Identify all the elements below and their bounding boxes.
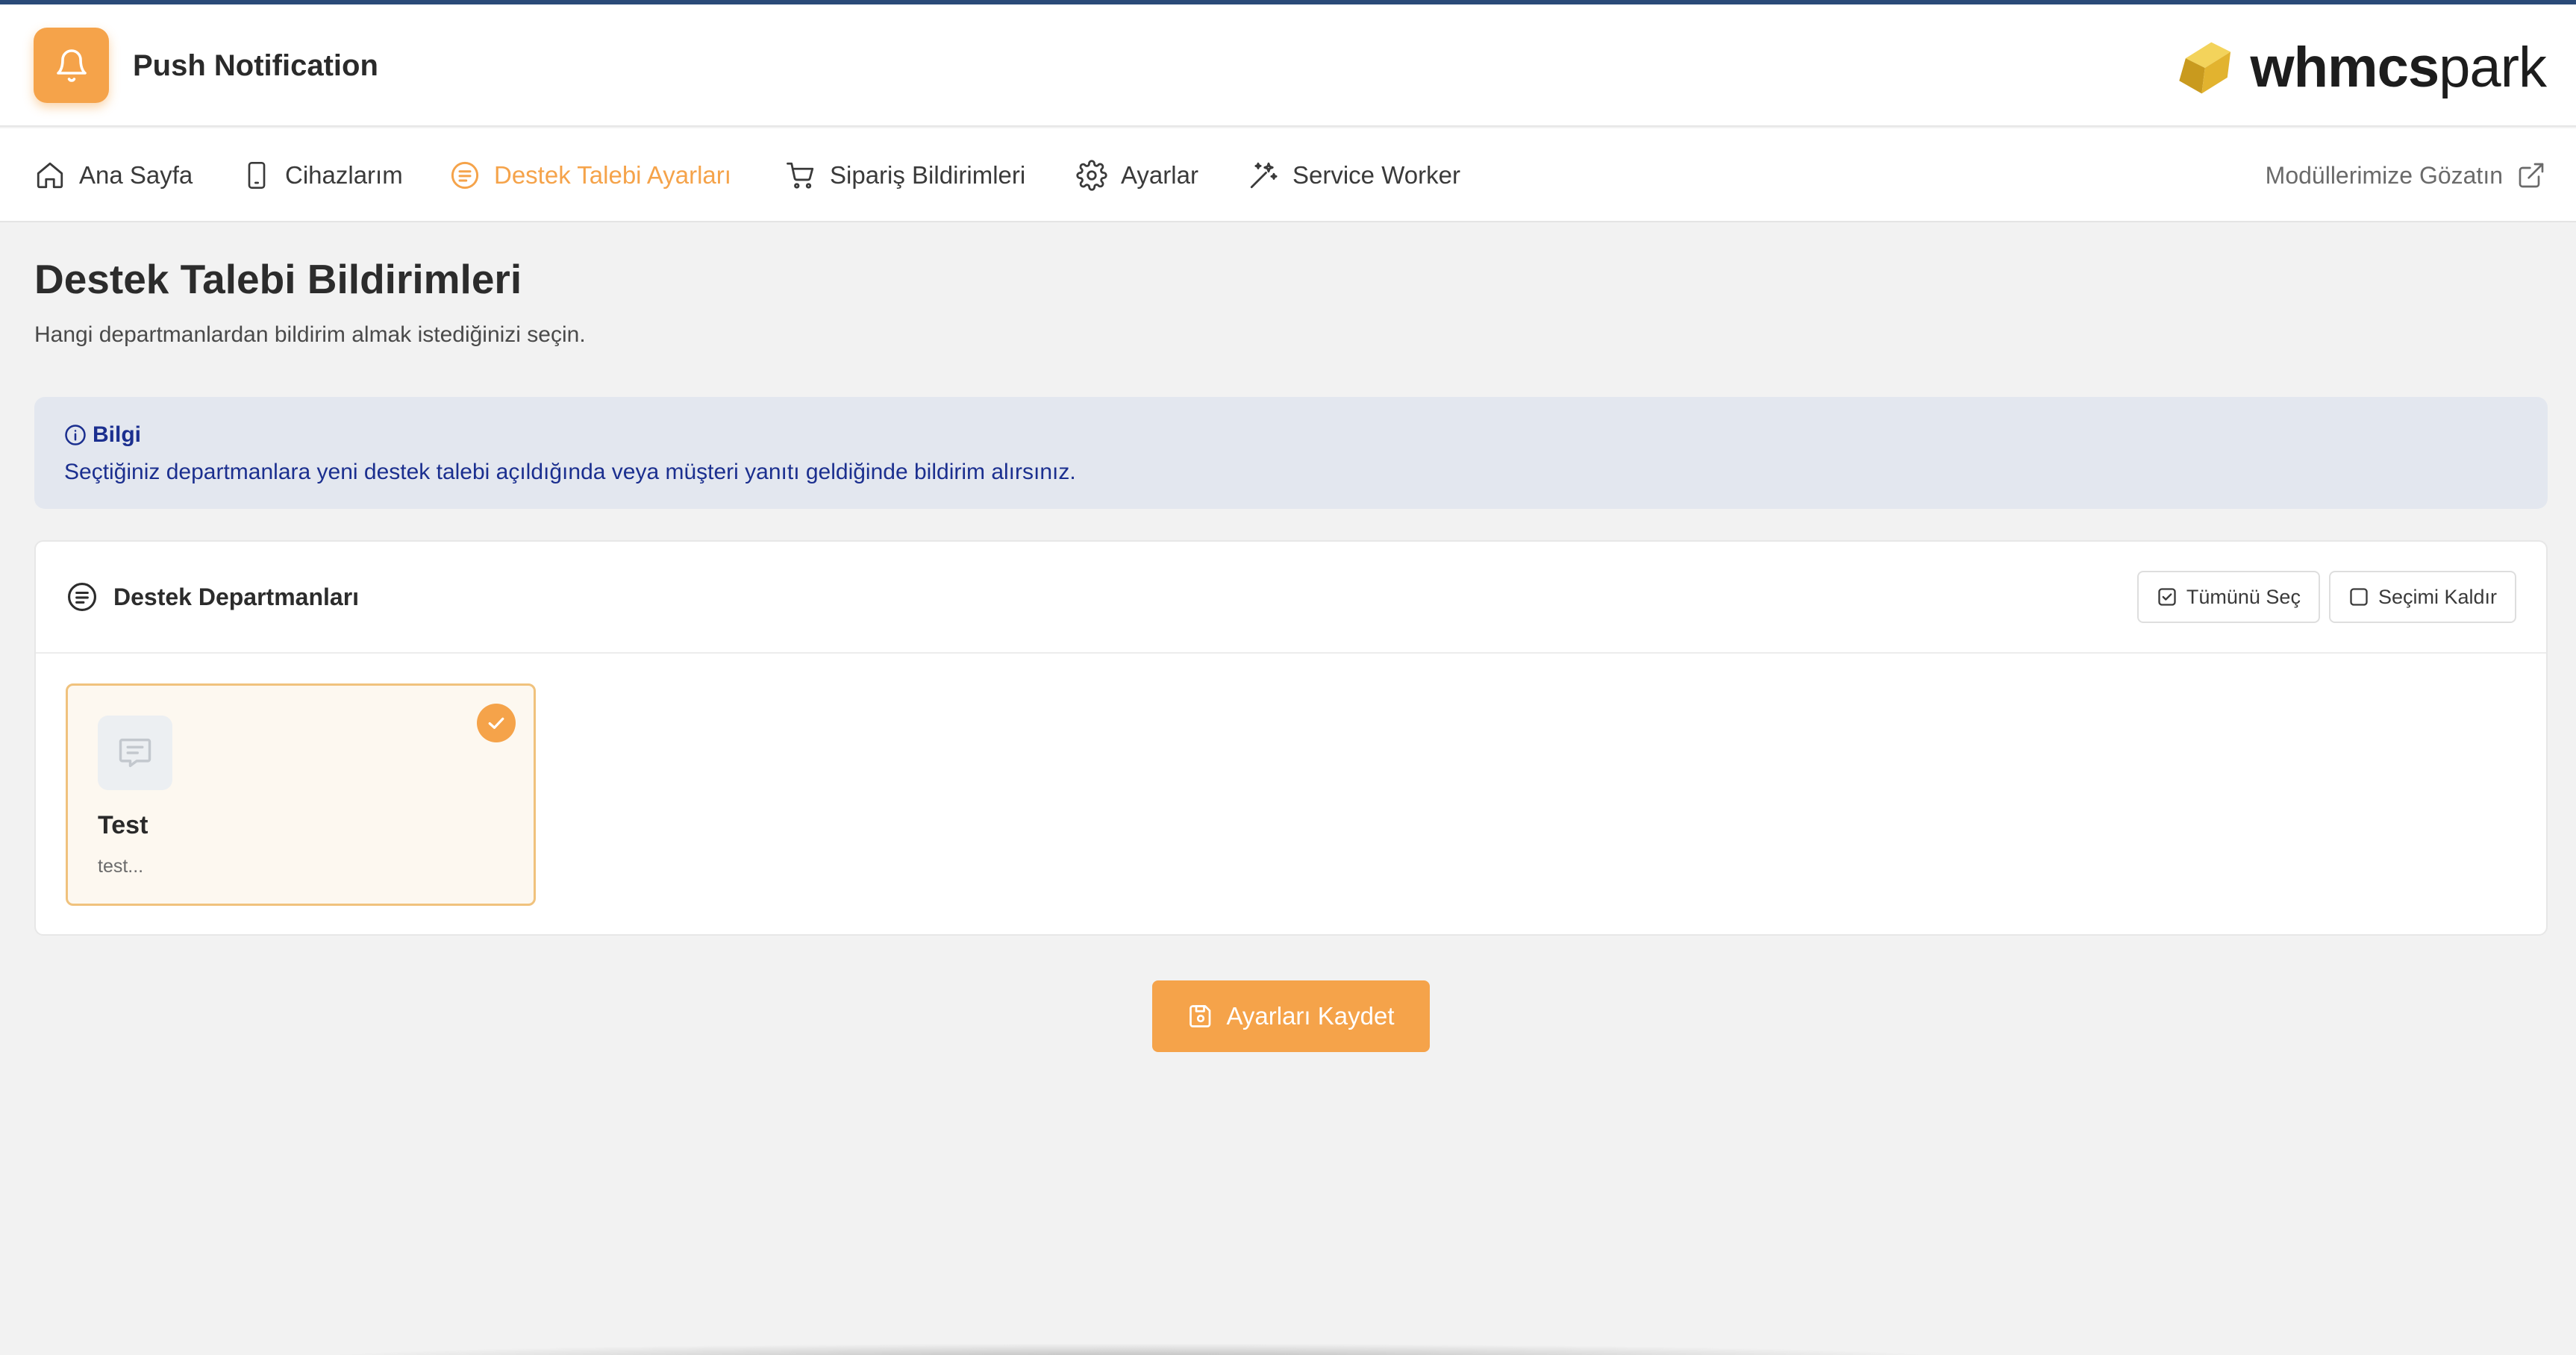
selected-check-icon bbox=[477, 704, 516, 742]
modules-external-link[interactable]: Modüllerimize Gözatın bbox=[2266, 128, 2546, 222]
home-icon bbox=[37, 162, 63, 189]
bell-icon bbox=[56, 48, 87, 82]
checked-box-icon bbox=[2158, 588, 2176, 606]
select-all-label: Tümünü Seç bbox=[2186, 585, 2301, 608]
bottom-shadow bbox=[298, 1343, 1970, 1355]
department-card-test[interactable]: Test test... bbox=[66, 683, 536, 906]
department-description: test... bbox=[98, 856, 144, 877]
nav-item-label: Service Worker bbox=[1292, 161, 1460, 189]
nav-item-label: Ana Sayfa bbox=[79, 161, 193, 189]
page-subtitle: Hangi departmanlardan bildirim almak ist… bbox=[34, 322, 586, 347]
departments-card-title: Destek Departmanları bbox=[113, 583, 360, 610]
external-link-icon bbox=[2519, 163, 2544, 188]
nav-item-label: Cihazlarım bbox=[285, 161, 403, 189]
nav-item-label: Ayarlar bbox=[1121, 161, 1198, 189]
info-text: Seçtiğiniz departmanlara yeni destek tal… bbox=[64, 460, 1076, 484]
nav-item-label: Sipariş Bildirimleri bbox=[830, 161, 1026, 189]
nav-item-service-worker[interactable]: Service Worker bbox=[1248, 128, 1460, 222]
ticket-list-icon bbox=[451, 161, 479, 190]
save-settings-label: Ayarları Kaydet bbox=[1226, 1002, 1395, 1030]
page-title: Destek Talebi Bildirimleri bbox=[34, 256, 522, 302]
nav-item-home[interactable]: Ana Sayfa bbox=[34, 128, 193, 222]
app-title: Push Notification bbox=[133, 49, 378, 82]
department-name: Test bbox=[98, 811, 149, 839]
cart-icon bbox=[787, 162, 814, 189]
nav-item-devices[interactable]: Cihazlarım bbox=[242, 128, 403, 222]
main-nav: Ana Sayfa Cihazlarım Destek Talebi Ayarl… bbox=[0, 128, 2576, 222]
deselect-all-label: Seçimi Kaldır bbox=[2378, 585, 2497, 608]
nav-item-label: Destek Talebi Ayarları bbox=[494, 161, 731, 189]
app-logo bbox=[34, 28, 109, 103]
info-heading: Bilgi bbox=[64, 422, 2518, 448]
message-icon bbox=[119, 738, 151, 768]
select-all-button[interactable]: Tümünü Seç bbox=[2136, 571, 2320, 623]
nav-item-order-notifications[interactable]: Sipariş Bildirimleri bbox=[785, 128, 1025, 222]
magic-wand-icon bbox=[1250, 162, 1278, 189]
deselect-all-button[interactable]: Seçimi Kaldır bbox=[2328, 571, 2516, 623]
info-heading-text: Bilgi bbox=[93, 422, 141, 447]
departments-card-header: Destek Departmanları Tümünü Seç Seçimi K… bbox=[36, 542, 2546, 654]
brand-logo[interactable]: whmcspark bbox=[2176, 34, 2547, 101]
departments-card-actions: Tümünü Seç Seçimi Kaldır bbox=[2136, 571, 2516, 623]
empty-box-icon bbox=[2350, 588, 2368, 606]
brand-logo-text: whmcspark bbox=[2250, 36, 2547, 99]
gold-cube-icon bbox=[2178, 42, 2230, 94]
save-icon bbox=[1189, 1005, 1211, 1027]
nav-item-ticket-settings[interactable]: Destek Talebi Ayarları bbox=[449, 128, 731, 222]
phone-icon bbox=[248, 162, 266, 189]
nav-item-settings[interactable]: Ayarlar bbox=[1076, 128, 1198, 222]
save-settings-button[interactable]: Ayarları Kaydet bbox=[1152, 980, 1430, 1052]
ticket-list-icon bbox=[68, 583, 96, 611]
gear-icon bbox=[1076, 160, 1107, 191]
department-icon bbox=[98, 716, 172, 790]
departments-card: Destek Departmanları Tümünü Seç Seçimi K… bbox=[34, 540, 2548, 936]
info-icon bbox=[65, 425, 86, 445]
app-header: Push Notification whmcspark bbox=[0, 4, 2576, 127]
external-link-label: Modüllerimize Gözatın bbox=[2265, 161, 2503, 189]
info-alert: Bilgi Seçtiğiniz departmanlara yeni dest… bbox=[34, 397, 2548, 509]
